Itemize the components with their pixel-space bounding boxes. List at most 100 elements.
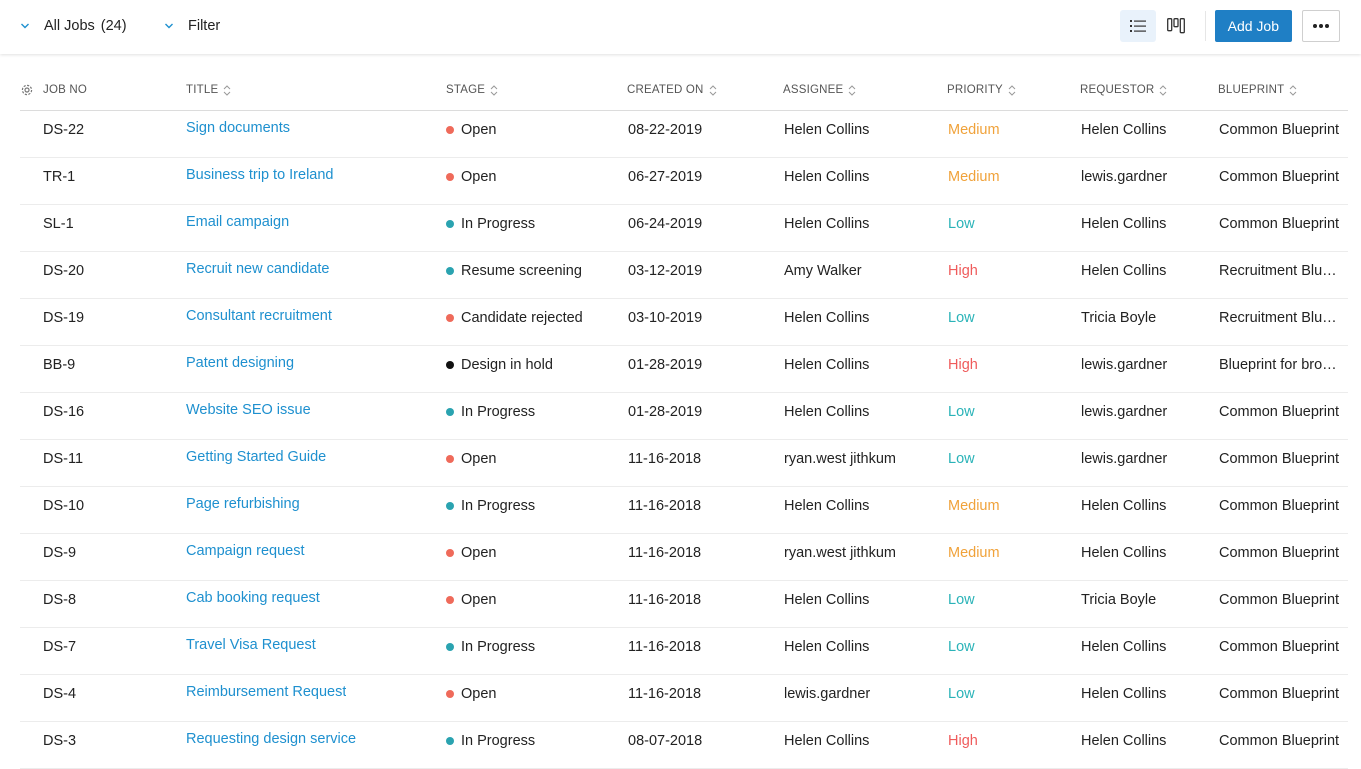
job-stage: Open (446, 686, 496, 702)
column-priority[interactable]: PRIORITY (947, 84, 1016, 96)
created-on: 11-16-2018 (628, 639, 702, 655)
table-row[interactable]: DS-11 Getting Started Guide Open 11-16-2018… (20, 440, 1348, 487)
job-stage: Open (446, 592, 496, 608)
table-row[interactable]: DS-9 Campaign request Open 11-16-2018 ryan.w… (20, 534, 1348, 581)
priority: Medium (948, 545, 1000, 561)
requestor: Helen Collins (1081, 216, 1167, 232)
blueprint: Common Blueprint (1219, 404, 1340, 420)
job-title-link[interactable]: Consultant recruitment (186, 308, 332, 324)
job-stage: Open (446, 545, 496, 561)
job-no: TR-1 (43, 169, 76, 185)
list-view-button[interactable] (1119, 10, 1156, 42)
requestor: Tricia Boyle (1081, 310, 1157, 326)
table-row[interactable]: DS-4 Reimbursement Request Open 11-16-2018 l… (20, 675, 1348, 722)
stage-dot-icon (446, 220, 454, 228)
priority: Low (948, 404, 975, 420)
assignee: lewis.gardner (784, 686, 871, 702)
job-title-link[interactable]: Page refurbishing (186, 496, 300, 512)
stage-label: Candidate rejected (461, 310, 583, 326)
job-stage: In Progress (446, 733, 535, 749)
kanban-icon (1166, 18, 1185, 34)
job-no: DS-20 (43, 263, 85, 279)
job-title-link[interactable]: Getting Started Guide (186, 449, 326, 465)
job-title-link[interactable]: Requesting design service (186, 731, 356, 747)
stage-dot-icon (446, 737, 454, 745)
created-on: 03-10-2019 (628, 310, 703, 326)
stage-dot-icon (446, 690, 454, 698)
job-title-link[interactable]: Website SEO issue (186, 402, 311, 418)
table-row[interactable]: DS-22 Sign documents Open 08-22-2019 Helen C… (20, 111, 1348, 158)
assignee: Helen Collins (784, 498, 870, 514)
created-on: 11-16-2018 (628, 545, 702, 561)
chevron-down-icon (165, 23, 173, 29)
stage-dot-icon (446, 314, 454, 322)
column-assignee[interactable]: ASSIGNEE (783, 84, 856, 96)
gear-icon[interactable] (20, 83, 34, 97)
job-stage: In Progress (446, 639, 535, 655)
job-no: DS-4 (43, 686, 77, 702)
job-title-link[interactable]: Patent designing (186, 355, 294, 371)
job-stage: Design in hold (446, 357, 553, 373)
requestor: Tricia Boyle (1081, 592, 1157, 608)
filter-button[interactable]: Filter (164, 18, 220, 34)
assignee: Helen Collins (784, 169, 870, 185)
column-created-on[interactable]: CREATED ON (627, 84, 717, 96)
table-row[interactable]: BB-9 Patent designing Design in hold 01-28-… (20, 346, 1348, 393)
column-title[interactable]: TITLE (186, 84, 231, 96)
table-row[interactable]: DS-8 Cab booking request Open 11-16-2018 Hel… (20, 581, 1348, 628)
sort-icon (490, 84, 498, 96)
assignee: Helen Collins (784, 310, 870, 326)
sort-icon (1008, 84, 1016, 96)
stage-label: Design in hold (461, 357, 553, 373)
column-stage[interactable]: STAGE (446, 84, 498, 96)
column-requestor[interactable]: REQUESTOR (1080, 84, 1167, 96)
job-title-link[interactable]: Sign documents (186, 120, 290, 136)
job-title-link[interactable]: Business trip to Ireland (186, 167, 334, 183)
blueprint: Common Blueprint (1219, 592, 1340, 608)
table-row[interactable]: SL-1 Email campaign In Progress 06-24-2019 H… (20, 205, 1348, 252)
priority: Low (948, 451, 975, 467)
requestor: Helen Collins (1081, 686, 1167, 702)
stage-label: In Progress (461, 639, 536, 655)
job-no: DS-19 (43, 310, 85, 326)
more-options-button[interactable] (1302, 10, 1340, 42)
requestor: Helen Collins (1081, 122, 1167, 138)
created-on: 03-12-2019 (628, 263, 703, 279)
job-title-link[interactable]: Campaign request (186, 543, 305, 559)
table-row[interactable]: DS-3 Requesting design service In Progress… (20, 722, 1348, 769)
job-title-link[interactable]: Reimbursement Request (186, 684, 346, 700)
priority: Low (948, 310, 975, 326)
table-row[interactable]: DS-7 Travel Visa Request In Progress 11-16-… (20, 628, 1348, 675)
job-title-link[interactable]: Cab booking request (186, 590, 320, 606)
sort-icon (1289, 84, 1297, 96)
column-job-no[interactable]: JOB NO (43, 84, 87, 96)
job-stage: Open (446, 169, 496, 185)
job-no: BB-9 (43, 357, 76, 373)
table-row[interactable]: DS-20 Recruit new candidate Resume screeni… (20, 252, 1348, 299)
job-stage: Open (446, 122, 496, 138)
created-on: 11-16-2018 (628, 686, 702, 702)
table-row[interactable]: DS-10 Page refurbishing In Progress 11-16-2… (20, 487, 1348, 534)
stage-dot-icon (446, 502, 454, 510)
stage-label: In Progress (461, 404, 536, 420)
table-row[interactable]: DS-16 Website SEO issue In Progress 01-28-2… (20, 393, 1348, 440)
created-on: 06-24-2019 (628, 216, 703, 232)
add-job-button[interactable]: Add Job (1214, 10, 1292, 42)
blueprint: Common Blueprint (1219, 639, 1340, 655)
created-on: 01-28-2019 (628, 357, 703, 373)
table-row[interactable]: TR-1 Business trip to Ireland Open 06-27-20… (20, 158, 1348, 205)
column-blueprint[interactable]: BLUEPRINT (1218, 84, 1297, 96)
job-title-link[interactable]: Email campaign (186, 214, 289, 230)
view-selector[interactable]: All Jobs (24) (20, 18, 127, 34)
job-no: SL-1 (43, 216, 74, 232)
priority: Low (948, 216, 975, 232)
created-on: 11-16-2018 (628, 592, 702, 608)
priority: High (948, 733, 978, 749)
job-title-link[interactable]: Travel Visa Request (186, 637, 316, 653)
job-title-link[interactable]: Recruit new candidate (186, 261, 329, 277)
stage-dot-icon (446, 126, 454, 134)
job-no: DS-10 (43, 498, 85, 514)
requestor: Helen Collins (1081, 498, 1167, 514)
kanban-view-button[interactable] (1158, 10, 1194, 42)
table-row[interactable]: DS-19 Consultant recruitment Candidate rej… (20, 299, 1348, 346)
